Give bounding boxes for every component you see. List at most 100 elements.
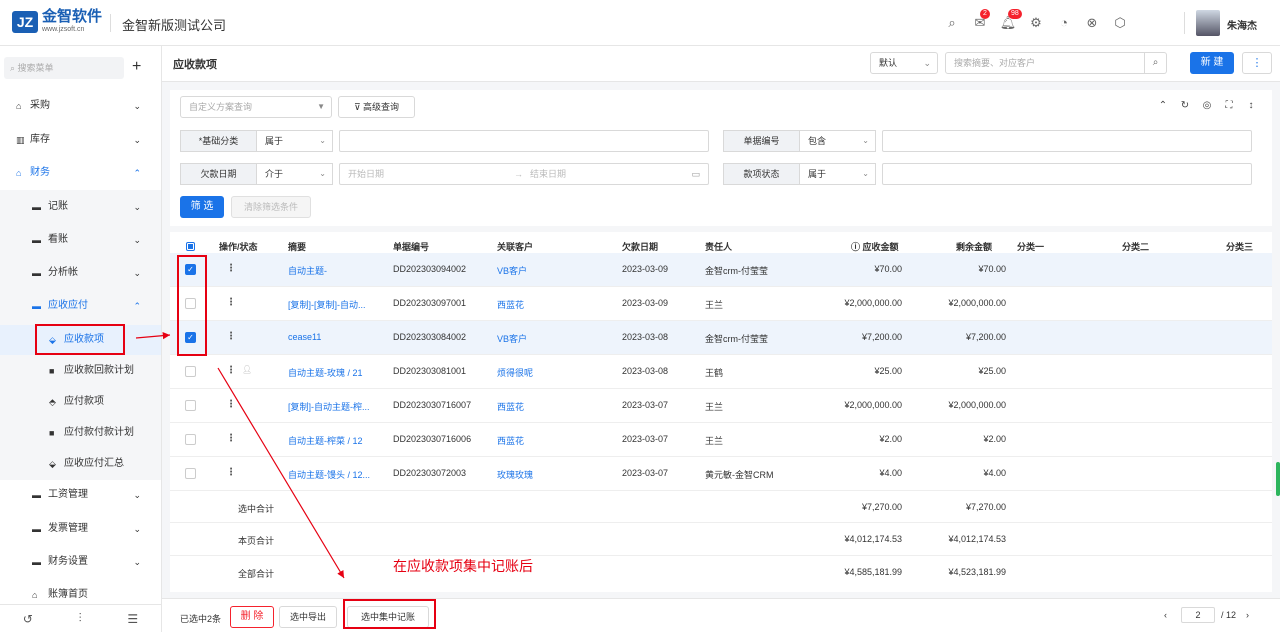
box-icon[interactable]: ⬡ <box>1110 13 1130 33</box>
row-customer[interactable]: 烦得很呢 <box>497 366 533 379</box>
prev-page-icon[interactable]: ‹ <box>1164 610 1167 620</box>
sidebar-item-summary[interactable]: ⬙ 应收应付汇总 <box>0 449 161 479</box>
col-category1[interactable]: 分类一 <box>1017 240 1044 253</box>
row-customer[interactable]: 玫瑰玫瑰 <box>497 468 533 481</box>
table-row[interactable]: ⋮ [复制]-自动主题-榨... DD2023030716007 西蓝花 202… <box>170 389 1272 423</box>
filter-button[interactable]: 筛 选 <box>180 196 224 218</box>
row-summary[interactable]: 自动主题-玫瑰 / 21 <box>288 366 363 379</box>
column-height-icon[interactable]: ↕ <box>1240 100 1262 111</box>
gear-icon[interactable]: ⚙ <box>1026 13 1046 33</box>
table-row[interactable]: ⋮ 自动主题-榨菜 / 12 DD2023030716006 西蓝花 2023-… <box>170 423 1272 457</box>
more-actions-icon[interactable]: ⋮ <box>226 433 236 444</box>
row-checkbox[interactable]: ✓ <box>185 264 196 275</box>
username[interactable]: 朱海杰 <box>1227 17 1257 32</box>
sidebar-item-view-accounts[interactable]: ▬ 看账 ⌄ <box>0 225 161 255</box>
logo[interactable]: JZ 金智软件 www.jzsoft.cn <box>12 9 102 34</box>
row-summary[interactable]: 自动主题-榨菜 / 12 <box>288 434 363 447</box>
table-row[interactable]: ⋮ 自动主题-馒头 / 12... DD202303072003 玫瑰玫瑰 20… <box>170 457 1272 491</box>
sort-select[interactable]: 默认 ⌄ <box>870 52 938 74</box>
sidebar-item-payables[interactable]: ⬘ 应付款项 <box>0 387 161 417</box>
batch-post-button[interactable]: 选中集中记账 <box>347 606 429 628</box>
collapse-icon[interactable]: ⌃ <box>1152 100 1174 111</box>
new-button[interactable]: 新 建 <box>1190 52 1234 74</box>
sidebar-item-receivable-payable[interactable]: ▬ 应收应付 ⌃ <box>0 291 161 321</box>
row-checkbox[interactable] <box>185 298 196 309</box>
row-customer[interactable]: VB客户 <box>497 264 527 277</box>
filter-op-doc-no[interactable]: 包含 ⌄ <box>800 130 876 152</box>
next-page-icon[interactable]: › <box>1246 610 1249 620</box>
advanced-query-button[interactable]: ⊽ 高级查询 <box>338 96 415 118</box>
more-actions-icon[interactable]: ⋮ <box>226 467 236 478</box>
row-customer[interactable]: 西蓝花 <box>497 400 524 413</box>
sidebar-item-bookkeeping[interactable]: ▬ 记账 ⌄ <box>0 192 161 222</box>
filter-op-date[interactable]: 介于 ⌄ <box>257 163 333 185</box>
collapse-menu-icon[interactable]: ☰ <box>127 612 138 626</box>
col-category2[interactable]: 分类二 <box>1122 240 1149 253</box>
table-row[interactable]: ✓ ⋮ cease11 DD202303084002 VB客户 2023-03-… <box>170 321 1272 355</box>
filter-value-doc-no[interactable] <box>882 130 1252 152</box>
export-selected-button[interactable]: 选中导出 <box>279 606 337 628</box>
date-range-input[interactable]: 开始日期 → 结束日期 ▭ <box>339 163 709 185</box>
sidebar-item-receivables[interactable]: ⬙ 应收款项 <box>0 325 161 355</box>
row-checkbox[interactable] <box>185 434 196 445</box>
more-actions-icon[interactable]: ⋮ <box>226 263 236 274</box>
row-customer[interactable]: VB客户 <box>497 332 527 345</box>
search-input[interactable]: 搜索摘要、对应客户 <box>945 52 1145 74</box>
sidebar-item-purchase[interactable]: ⌂ 采购 ⌄ <box>0 91 161 121</box>
row-checkbox[interactable]: ✓ <box>185 332 196 343</box>
more-actions-icon[interactable]: ⋮ <box>226 365 236 376</box>
share-icon[interactable]: ⊗ <box>1082 13 1102 33</box>
settings-sliders-icon[interactable]: ⫶ <box>79 611 82 626</box>
row-summary[interactable]: [复制]-自动主题-榨... <box>288 400 370 413</box>
row-customer[interactable]: 西蓝花 <box>497 434 524 447</box>
row-summary[interactable]: cease11 <box>288 332 321 342</box>
col-category3[interactable]: 分类三 <box>1226 240 1253 253</box>
sidebar-item-invoice[interactable]: ▬ 发票管理 ⌄ <box>0 514 161 544</box>
row-summary[interactable]: 自动主题-馒头 / 12... <box>288 468 370 481</box>
filter-value-category[interactable] <box>339 130 709 152</box>
col-receivable[interactable]: ⓘ 应收金额 <box>851 240 899 253</box>
add-menu-button[interactable]: + <box>132 58 141 76</box>
avatar[interactable] <box>1196 10 1220 36</box>
row-checkbox[interactable] <box>185 468 196 479</box>
table-row[interactable]: ⋮ 👤︎ 自动主题-玫瑰 / 21 DD202303081001 烦得很呢 20… <box>170 355 1272 389</box>
history-icon[interactable]: ↺ <box>23 612 33 626</box>
chart-icon[interactable]: ◔ <box>1054 13 1074 33</box>
scheme-select[interactable]: 自定义方案查询 ▼ <box>180 96 332 118</box>
col-owner[interactable]: 责任人 <box>705 240 732 253</box>
menu-search-input[interactable]: ⌕ 搜索菜单 <box>4 57 124 79</box>
row-checkbox[interactable] <box>185 400 196 411</box>
more-actions-icon[interactable]: ⋮ <box>226 331 236 342</box>
filter-op-category[interactable]: 属于 ⌄ <box>257 130 333 152</box>
mail-icon[interactable]: ✉ 2 <box>970 9 990 33</box>
search-icon[interactable]: ⌕ <box>942 13 962 33</box>
filter-op-status[interactable]: 属于 ⌄ <box>800 163 876 185</box>
sidebar-item-payroll[interactable]: ▬ 工资管理 ⌄ <box>0 480 161 510</box>
table-row[interactable]: ✓ ⋮ 自动主题- DD202303094002 VB客户 2023-03-09… <box>170 253 1272 287</box>
row-checkbox[interactable] <box>185 366 196 377</box>
page-input[interactable]: 2 <box>1181 607 1215 623</box>
row-customer[interactable]: 西蓝花 <box>497 298 524 311</box>
col-doc-no[interactable]: 单据编号 <box>393 240 429 253</box>
target-icon[interactable]: ◎ <box>1196 100 1218 111</box>
sidebar-item-finance[interactable]: ⌂ 财务 ⌃ <box>0 158 161 188</box>
filter-value-status[interactable] <box>882 163 1252 185</box>
sidebar-item-payment-plan[interactable]: ■ 应付款付款计划 <box>0 418 161 448</box>
scrollbar-thumb[interactable] <box>1276 462 1280 496</box>
sidebar-item-finance-settings[interactable]: ▬ 财务设置 ⌄ <box>0 547 161 577</box>
refresh-icon[interactable]: ↻ <box>1174 100 1196 111</box>
col-remaining[interactable]: 剩余金额 <box>956 240 992 253</box>
select-all-checkbox[interactable] <box>186 242 195 251</box>
sidebar-item-analysis[interactable]: ▬ 分析帐 ⌄ <box>0 258 161 288</box>
sidebar-item-inventory[interactable]: ▥ 库存 ⌄ <box>0 125 161 155</box>
clear-filter-button[interactable]: 清除筛选条件 <box>231 196 311 218</box>
more-actions-icon[interactable]: ⋮ <box>226 399 236 410</box>
sidebar-item-collection-plan[interactable]: ■ 应收款回款计划 <box>0 356 161 386</box>
col-customer[interactable]: 关联客户 <box>497 240 533 253</box>
row-summary[interactable]: [复制]-[复制]-自动... <box>288 298 366 311</box>
row-summary[interactable]: 自动主题- <box>288 264 327 277</box>
col-summary[interactable]: 摘要 <box>288 240 306 253</box>
table-row[interactable]: ⋮ [复制]-[复制]-自动... DD202303097001 西蓝花 202… <box>170 287 1272 321</box>
fullscreen-icon[interactable]: ⛶ <box>1218 100 1240 111</box>
search-button[interactable]: ⌕ <box>1145 52 1167 74</box>
